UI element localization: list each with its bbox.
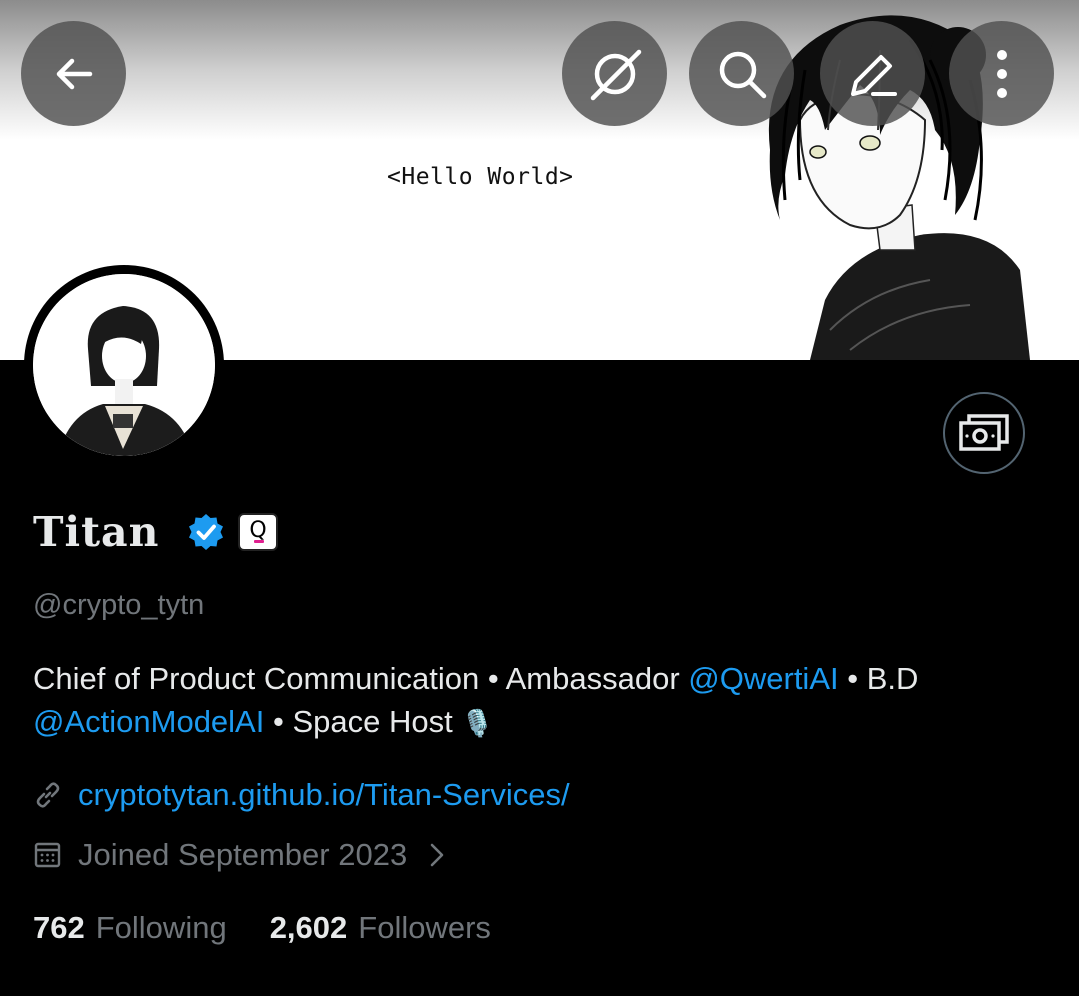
banner-text: <Hello World>: [387, 164, 574, 190]
profile-bio: Chief of Product Communication • Ambassa…: [33, 657, 1053, 745]
display-name: Titan: [33, 508, 160, 556]
followers-label: Followers: [358, 910, 491, 945]
website-row: cryptotytan.github.io/Titan-Services/: [33, 777, 570, 813]
more-button[interactable]: [949, 21, 1054, 126]
following-count: 762: [33, 910, 85, 945]
grok-button[interactable]: [562, 21, 667, 126]
joined-date: Joined September 2023: [78, 837, 408, 872]
arrow-left-icon: [56, 58, 92, 89]
profile-stats: 762 Following 2,602 Followers: [33, 910, 491, 946]
calendar-icon: [34, 842, 61, 868]
more-vertical-icon: [996, 49, 1007, 98]
search-icon: [719, 51, 766, 98]
followers-stat[interactable]: 2,602 Followers: [270, 910, 491, 946]
avatar-image: [33, 274, 215, 456]
tip-button[interactable]: [943, 392, 1025, 474]
edit-icon: [850, 54, 897, 96]
following-stat[interactable]: 762 Following: [33, 910, 227, 946]
grok-icon: [590, 49, 641, 100]
followers-count: 2,602: [269, 910, 348, 945]
bio-mention-actionmodelai[interactable]: @ActionModelAI: [33, 704, 264, 739]
bio-text: • Space Host: [264, 704, 453, 739]
money-icon: [959, 414, 1009, 451]
link-icon: [36, 782, 60, 808]
affiliate-badge-label: Q: [249, 517, 267, 543]
affiliate-badge[interactable]: Q: [238, 513, 278, 551]
back-button[interactable]: [21, 21, 126, 126]
profile-handle: @crypto_tytn: [33, 589, 205, 621]
microphone-emoji: 🎙️: [461, 708, 494, 738]
avatar[interactable]: [24, 265, 224, 465]
joined-row[interactable]: Joined September 2023: [33, 837, 447, 873]
affiliate-badge-accent: [254, 540, 264, 543]
bio-text: Chief of Product Communication • Ambassa…: [33, 661, 689, 696]
bio-text: • B.D: [838, 661, 919, 696]
verified-badge-icon[interactable]: [186, 512, 226, 552]
website-link[interactable]: cryptotytan.github.io/Titan-Services/: [78, 777, 570, 813]
edit-button[interactable]: [820, 21, 925, 126]
search-button[interactable]: [689, 21, 794, 126]
chevron-right-icon: [430, 843, 444, 867]
bio-mention-qwertiai[interactable]: @QwertiAI: [688, 661, 838, 696]
following-label: Following: [95, 910, 227, 945]
